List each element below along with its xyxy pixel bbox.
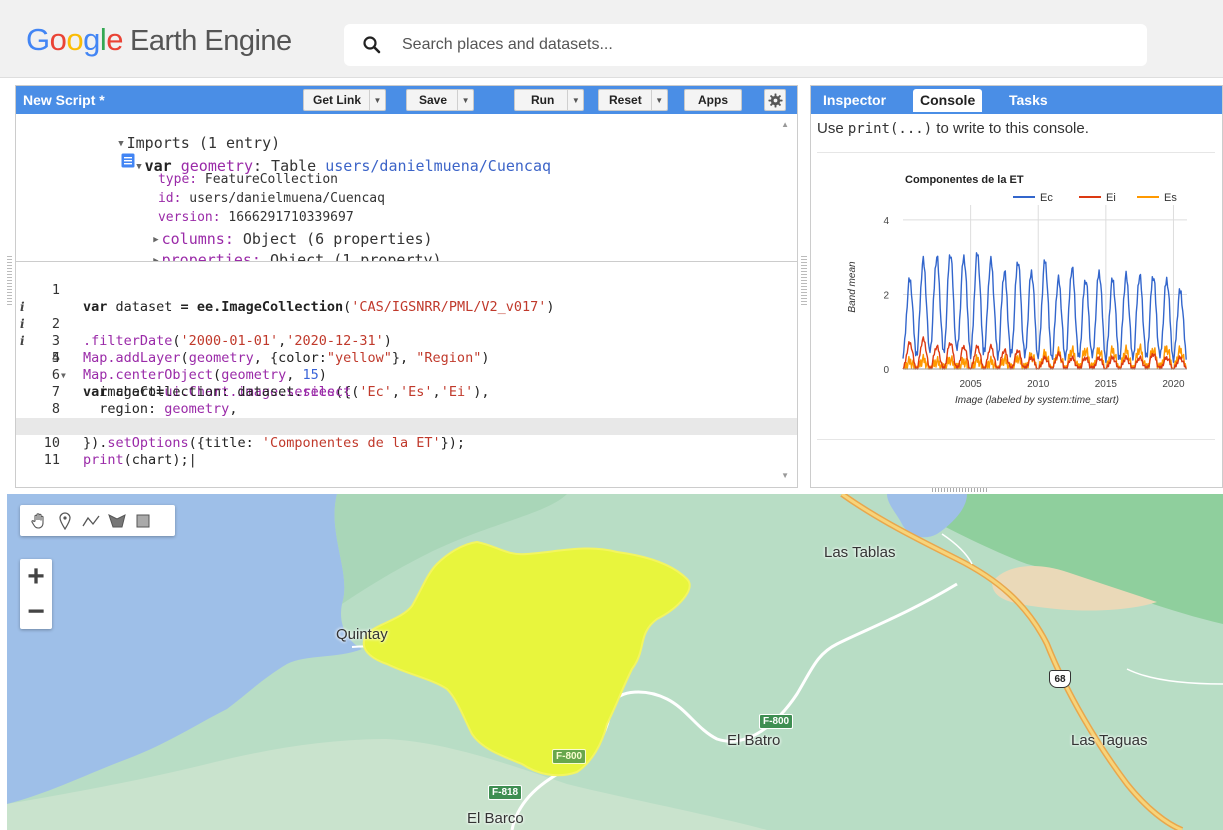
tab-console[interactable]: Console bbox=[913, 89, 983, 112]
code-editor-panel: New Script * Get Link ▼ Save ▼ Run ▼ Res… bbox=[15, 85, 798, 488]
polygon-tool-icon[interactable] bbox=[104, 508, 130, 534]
right-tabs: Inspector Console Tasks bbox=[811, 86, 1222, 114]
chevron-down-icon[interactable]: ▼ bbox=[369, 90, 385, 110]
place-label-las-taguas[interactable]: Las Taguas bbox=[1071, 732, 1147, 749]
code-line[interactable]: i 3 Map.addLayer(geometry, {color:"yello… bbox=[16, 299, 797, 366]
tab-tasks[interactable]: Tasks bbox=[1002, 89, 1055, 112]
import-properties-row[interactable]: ▶ properties: Object (1 property) bbox=[99, 233, 441, 261]
imports-section: ▼ Imports (1 entry) ▼ var geometry: Table … bbox=[16, 114, 797, 262]
map-background[interactable] bbox=[7, 494, 1223, 830]
chevron-down-icon[interactable]: ▼ bbox=[457, 90, 473, 110]
search-input[interactable] bbox=[402, 24, 1122, 66]
route-badge-f818[interactable]: F-818 bbox=[488, 785, 523, 800]
right-panel: Inspector Console Tasks Use print(...) t… bbox=[810, 85, 1223, 488]
legend-label: Ei bbox=[1106, 192, 1116, 204]
left-splitter-handle[interactable] bbox=[7, 255, 12, 305]
search-icon[interactable] bbox=[362, 35, 382, 55]
place-label-las-tablas[interactable]: Las Tablas bbox=[824, 544, 895, 561]
code-editor[interactable]: 1 var dataset = ee.ImageCollection('CAS/… bbox=[16, 263, 797, 487]
apps-button[interactable]: Apps bbox=[684, 89, 742, 111]
top-header: Google Earth Engine bbox=[0, 0, 1223, 78]
editor-toolbar: New Script * Get Link ▼ Save ▼ Run ▼ Res… bbox=[16, 86, 797, 114]
y-tick-label: 2 bbox=[883, 290, 889, 301]
code-line[interactable]: 5 ▼ var chart=ui.Chart.image.series({ bbox=[16, 333, 797, 400]
chevron-down-icon[interactable]: ▼ bbox=[650, 90, 667, 110]
code-line[interactable]: i 4 Map.centerObject(geometry, 15) bbox=[16, 316, 797, 383]
google-earth-engine-logo[interactable]: Google Earth Engine bbox=[26, 22, 292, 58]
x-tick-label: 2005 bbox=[959, 379, 982, 390]
point-marker-icon[interactable] bbox=[52, 508, 78, 534]
route-shield-68[interactable]: 68 bbox=[1049, 670, 1071, 688]
tab-inspector[interactable]: Inspector bbox=[816, 89, 893, 112]
zoom-in-button[interactable]: + bbox=[20, 559, 52, 594]
scroll-up-icon[interactable]: ▲ bbox=[781, 120, 789, 129]
chart-container[interactable]: Componentes de la ET 0 2 4 2005 2010 2015 2020 I… bbox=[817, 152, 1215, 440]
place-label-el-barco[interactable]: El Barco bbox=[467, 810, 524, 827]
code-line[interactable]: i 2 .filterDate('2000-01-01','2020-12-31… bbox=[16, 282, 797, 349]
settings-button[interactable] bbox=[764, 89, 786, 111]
route-badge-f800[interactable]: F-800 bbox=[759, 714, 794, 729]
code-line[interactable]: 11 bbox=[16, 435, 797, 468]
chevron-down-icon[interactable]: ▼ bbox=[567, 90, 583, 110]
route-badge-f800[interactable]: F-800 bbox=[552, 749, 587, 764]
region-polygon bbox=[362, 540, 691, 777]
code-line[interactable]: 1 var dataset = ee.ImageCollection('CAS/… bbox=[16, 265, 797, 315]
console-hint: Use print(...) to write to this console. bbox=[817, 120, 1089, 137]
search-box[interactable] bbox=[344, 24, 1147, 66]
zoom-out-button[interactable]: − bbox=[20, 594, 52, 629]
x-tick-label: 2020 bbox=[1162, 379, 1185, 390]
legend-label: Ec bbox=[1040, 192, 1053, 204]
place-label-quintay[interactable]: Quintay bbox=[336, 626, 388, 643]
y-tick-label: 0 bbox=[883, 365, 889, 376]
get-link-button[interactable]: Get Link ▼ bbox=[303, 89, 387, 111]
horizontal-splitter-handle[interactable] bbox=[932, 488, 987, 492]
series-line-ec bbox=[902, 252, 1187, 364]
code-line[interactable]: 7 region: geometry, bbox=[16, 367, 797, 417]
pan-hand-icon[interactable] bbox=[26, 508, 52, 534]
x-tick-label: 2010 bbox=[1027, 379, 1050, 390]
road bbox=[1126, 668, 1223, 685]
expand-triangle-icon[interactable]: ▶ bbox=[153, 256, 158, 261]
code-line[interactable]: 9 }).setOptions({title: 'Componentes de … bbox=[16, 401, 797, 451]
x-axis-label: Image (labeled by system:time_start) bbox=[955, 395, 1119, 406]
map-view[interactable]: + − Las Tablas Quintay El Batro Las Tagu… bbox=[7, 494, 1223, 830]
vertical-splitter-handle[interactable] bbox=[801, 255, 807, 305]
legend-label: Es bbox=[1164, 192, 1177, 204]
scroll-down-icon[interactable]: ▼ bbox=[781, 471, 789, 480]
y-tick-label: 4 bbox=[883, 216, 889, 227]
rectangle-tool-icon[interactable] bbox=[130, 508, 156, 534]
et-components-chart[interactable]: Componentes de la ET 0 2 4 2005 2010 2015 2020 I… bbox=[817, 153, 1215, 441]
chart-title: Componentes de la ET bbox=[905, 174, 1024, 186]
gear-icon bbox=[767, 92, 783, 108]
zoom-control: + − bbox=[20, 559, 52, 629]
code-line[interactable]: 8 scale: 500 bbox=[16, 384, 797, 434]
line-tool-icon[interactable] bbox=[78, 508, 104, 534]
code-line[interactable]: 6 imageCollection: dataset.select('Ec','… bbox=[16, 350, 797, 400]
save-button[interactable]: Save ▼ bbox=[406, 89, 475, 111]
x-tick-label: 2015 bbox=[1095, 379, 1118, 390]
code-line-active[interactable]: 10 print(chart);| bbox=[16, 418, 797, 468]
y-axis-label: Band mean bbox=[847, 261, 858, 313]
place-label-el-batro[interactable]: El Batro bbox=[727, 732, 780, 749]
run-button[interactable]: Run ▼ bbox=[514, 89, 585, 111]
reset-button[interactable]: Reset ▼ bbox=[598, 89, 668, 111]
script-title[interactable]: New Script * bbox=[23, 92, 105, 108]
drawing-toolbar bbox=[20, 505, 175, 536]
